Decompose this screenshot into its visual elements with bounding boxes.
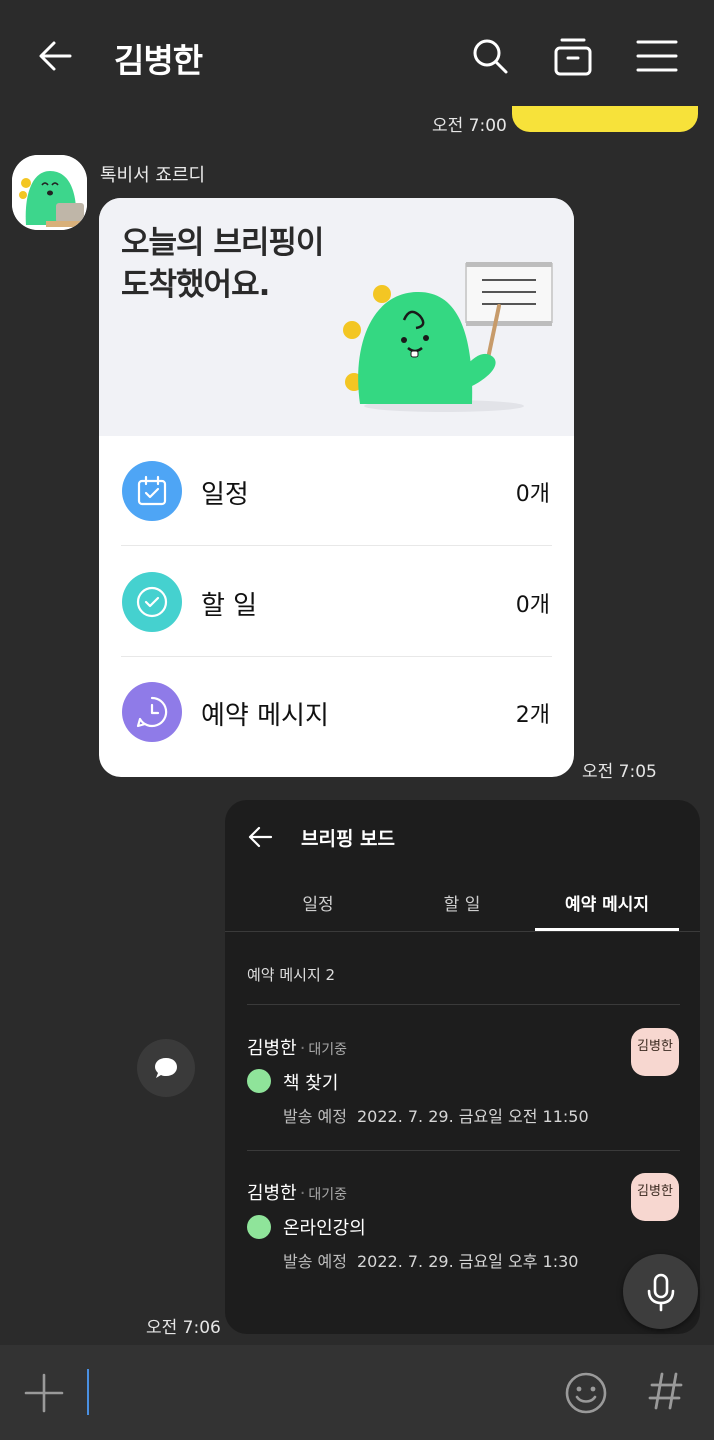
briefing-board[interactable]: 브리핑 보드 일정 할 일 예약 메시지 예약 메시지 2 김병한 · 대기중 책 … xyxy=(225,800,700,1334)
my-message-bubble[interactable] xyxy=(512,106,698,132)
schedule-value: 2022. 7. 29. 금요일 오전 11:50 xyxy=(356,1107,589,1126)
back-button[interactable] xyxy=(30,32,80,80)
row-label: 일정 xyxy=(201,480,249,510)
item-recipient-name: 김병한 xyxy=(247,1038,297,1059)
status-badge: 대기중 xyxy=(308,1042,348,1058)
hashtag-icon xyxy=(648,1372,683,1410)
drawer-button[interactable] xyxy=(548,32,598,80)
separator-dot: · xyxy=(299,1038,306,1059)
smiley-icon xyxy=(565,1372,607,1414)
microphone-icon xyxy=(647,1273,674,1311)
check-circle-icon xyxy=(122,572,182,632)
row-label: 할 일 xyxy=(201,591,258,621)
calendar-check-icon xyxy=(122,461,182,521)
search-button[interactable] xyxy=(466,32,514,80)
menu-button[interactable] xyxy=(632,32,682,80)
item-recipient-name: 김병한 xyxy=(247,1183,297,1204)
briefing-row-schedule[interactable]: 일정 0개 xyxy=(99,436,574,546)
item-schedule: 발송 예정 2022. 7. 29. 금요일 오후 1:30 xyxy=(283,1248,578,1272)
row-count: 0개 xyxy=(515,593,550,618)
schedule-value: 2022. 7. 29. 금요일 오후 1:30 xyxy=(356,1252,579,1271)
scheduled-message-item[interactable]: 김병한 · 대기중 책 찾기 발송 예정 2022. 7. 29. 금요일 오전 11… xyxy=(225,1005,700,1149)
briefing-row-todo[interactable]: 할 일 0개 xyxy=(99,547,574,657)
comment-button[interactable] xyxy=(137,1039,195,1097)
search-icon xyxy=(473,39,508,74)
tab-divider xyxy=(225,931,700,932)
row-label: 예약 메시지 xyxy=(201,701,329,731)
briefing-headline-line2: 도착했어요. xyxy=(121,267,270,303)
row-count: 2개 xyxy=(515,703,550,728)
briefing-headline: 오늘의 브리핑이 도착했어요. xyxy=(121,222,324,306)
arrow-left-icon xyxy=(248,826,273,848)
board-back-button[interactable] xyxy=(247,824,277,852)
message-time: 오전 7:06 xyxy=(146,1318,221,1338)
emoji-button[interactable] xyxy=(564,1371,608,1415)
speech-bubble-icon xyxy=(155,1058,177,1078)
item-subject: 온라인강의 xyxy=(283,1218,366,1239)
row-count: 0개 xyxy=(515,482,550,507)
briefing-row-scheduled-message[interactable]: 예약 메시지 2개 xyxy=(99,657,574,767)
thumbnail-text: 김병한 xyxy=(637,1039,673,1054)
item-schedule: 발송 예정 2022. 7. 29. 금요일 오전 11:50 xyxy=(283,1103,589,1127)
tab-scheduled-message[interactable]: 예약 메시지 xyxy=(535,890,679,915)
sender-avatar[interactable] xyxy=(12,155,87,230)
briefing-card[interactable]: 오늘의 브리핑이 도착했어요. 일정 0개 할 일 0개 예약 메시지 2개 xyxy=(99,198,574,777)
chat-title: 김병한 xyxy=(114,41,203,80)
schedule-label: 발송 예정 xyxy=(283,1107,347,1126)
message-time: 오전 7:05 xyxy=(582,762,657,782)
jordy-presenting-illustration xyxy=(343,262,553,412)
schedule-label: 발송 예정 xyxy=(283,1252,347,1271)
recipient-thumbnail: 김병한 xyxy=(631,1173,679,1221)
briefing-headline-line1: 오늘의 브리핑이 xyxy=(121,225,324,261)
sender-name: 톡비서 죠르디 xyxy=(100,165,206,186)
message-time: 오전 7:00 xyxy=(432,116,507,136)
section-label: 예약 메시지 2 xyxy=(247,966,336,984)
separator-dot: · xyxy=(299,1183,306,1204)
chat-header: 김병한 xyxy=(0,0,714,112)
item-recipient: 김병한 · 대기중 xyxy=(247,1179,347,1205)
jordy-emoji-icon xyxy=(247,1069,271,1093)
tab-schedule[interactable]: 일정 xyxy=(255,890,381,915)
hamburger-menu-icon xyxy=(636,40,678,72)
attach-button[interactable] xyxy=(24,1373,66,1415)
arrow-left-icon xyxy=(39,41,72,71)
jordy-avatar-icon xyxy=(12,155,87,230)
message-input[interactable] xyxy=(80,1355,540,1429)
hashtag-button[interactable] xyxy=(648,1371,688,1415)
tab-todo[interactable]: 할 일 xyxy=(399,890,525,915)
text-caret xyxy=(87,1369,89,1415)
board-title: 브리핑 보드 xyxy=(301,828,396,850)
item-subject: 책 찾기 xyxy=(283,1073,339,1094)
drawer-icon xyxy=(554,38,592,76)
clock-icon xyxy=(122,682,182,742)
message-input-bar xyxy=(0,1345,714,1440)
briefing-card-banner: 오늘의 브리핑이 도착했어요. xyxy=(99,198,574,436)
item-recipient: 김병한 · 대기중 xyxy=(247,1034,347,1060)
thumbnail-text: 김병한 xyxy=(637,1184,673,1199)
row-divider xyxy=(121,545,552,546)
plus-icon xyxy=(24,1373,64,1413)
recipient-thumbnail: 김병한 xyxy=(631,1028,679,1076)
status-badge: 대기중 xyxy=(308,1187,348,1203)
voice-input-button[interactable] xyxy=(623,1254,698,1329)
jordy-emoji-icon xyxy=(247,1215,271,1239)
